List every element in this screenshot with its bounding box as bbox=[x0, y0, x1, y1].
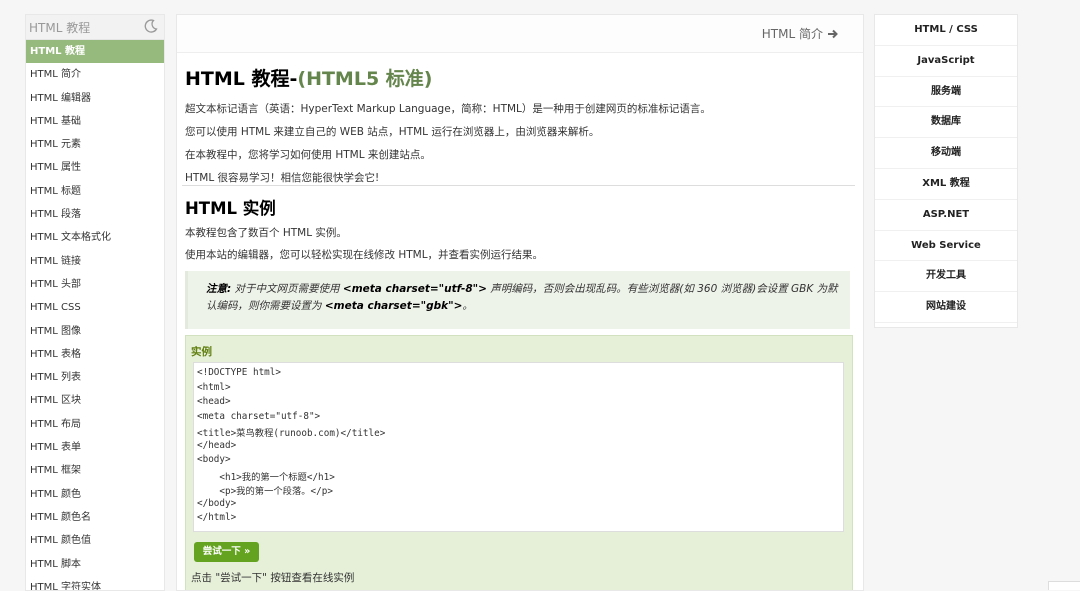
code-line: </html> bbox=[197, 512, 237, 523]
code-line: <!DOCTYPE html> bbox=[197, 367, 281, 378]
category-item[interactable]: 开发工具 bbox=[875, 261, 1017, 293]
note-text-3: 。 bbox=[462, 300, 473, 312]
category-item[interactable]: ASP.NET bbox=[875, 200, 1017, 231]
section-line: 本教程包含了数百个 HTML 实例。 bbox=[185, 227, 347, 239]
sidebar-item[interactable]: HTML 教程 bbox=[26, 40, 164, 64]
right-sidebar: HTML / CSS JavaScript 服务端 数据库 移动端 XML 教程 ASP.N… bbox=[874, 14, 1018, 328]
note-box: 注意: 对于中文网页需要使用 <meta charset="utf-8"> 声明… bbox=[185, 271, 850, 329]
sidebar-item[interactable]: HTML CSS bbox=[26, 296, 164, 319]
sidebar-item[interactable]: HTML 脚本 bbox=[26, 553, 164, 576]
code-line: <meta charset="utf-8"> bbox=[197, 410, 321, 422]
divider bbox=[182, 185, 855, 186]
sidebar-item[interactable]: HTML 颜色值 bbox=[26, 529, 164, 552]
code-line: <body> bbox=[197, 454, 231, 465]
category-item[interactable]: 服务端 bbox=[875, 77, 1017, 108]
category-item[interactable]: 数据库 bbox=[875, 107, 1017, 139]
sidebar-item[interactable]: HTML 颜色名 bbox=[26, 506, 164, 529]
main-content: HTML 简介 HTML 教程-(HTML5 标准) 超文本标记语言（英语：Hy… bbox=[176, 14, 864, 591]
intro-line: 在本教程中，您将学习如何使用 HTML 来创建站点。 bbox=[185, 149, 431, 161]
try-it-button[interactable]: 尝试一下 » bbox=[194, 542, 259, 562]
sidebar-item[interactable]: HTML 标题 bbox=[26, 180, 164, 203]
sidebar-item[interactable]: HTML 简介 bbox=[26, 63, 164, 86]
code-line: <h1>我的第一个标题</h1> bbox=[197, 471, 335, 483]
code-line: </body> bbox=[197, 497, 237, 509]
intro-line: HTML 很容易学习！相信您能很快学会它! bbox=[185, 172, 380, 184]
example-box: 实例 <!DOCTYPE html> <html> <head> <meta c… bbox=[185, 335, 853, 590]
sidebar-item[interactable]: HTML 图像 bbox=[26, 320, 164, 343]
sidebar-item[interactable]: HTML 段落 bbox=[26, 203, 164, 226]
sidebar-item[interactable]: HTML 框架 bbox=[26, 459, 164, 482]
sidebar-item[interactable]: HTML 属性 bbox=[26, 156, 164, 179]
page-title: HTML 教程-(HTML5 标准) bbox=[185, 64, 432, 91]
sidebar-item[interactable]: HTML 编辑器 bbox=[26, 87, 164, 110]
arrow-right-icon bbox=[828, 29, 838, 38]
intro-line: 您可以使用 HTML 来建立自己的 WEB 站点，HTML 运行在浏览器上，由浏… bbox=[185, 126, 600, 138]
note-code-1: <meta charset="utf-8"> bbox=[342, 283, 487, 295]
sidebar-search-placeholder: HTML 教程 bbox=[29, 21, 91, 35]
code-line: <html> bbox=[197, 381, 231, 393]
sidebar-item[interactable]: HTML 基础 bbox=[26, 110, 164, 133]
code-line: <title>菜鸟教程(runoob.com)</title> bbox=[197, 428, 386, 439]
example-label: 实例 bbox=[191, 346, 212, 358]
sidebar-item[interactable]: HTML 区块 bbox=[26, 389, 164, 412]
sidebar-item[interactable]: HTML 布局 bbox=[26, 413, 164, 436]
category-item[interactable]: XML 教程 bbox=[875, 169, 1017, 200]
note-code-2: <meta charset="gbk"> bbox=[324, 300, 463, 312]
next-page-label: HTML 简介 bbox=[761, 27, 823, 41]
sidebar-item[interactable]: HTML 文本格式化 bbox=[26, 226, 164, 249]
category-item[interactable]: JavaScript bbox=[875, 46, 1017, 77]
page-title-sub: (HTML5 标准) bbox=[297, 68, 433, 90]
code-line: </head> bbox=[197, 439, 237, 451]
category-item[interactable]: Web Service bbox=[875, 231, 1017, 262]
section-line: 使用本站的编辑器，您可以轻松实现在线修改 HTML，并查看实例运行结果。 bbox=[185, 249, 544, 261]
sidebar-item[interactable]: HTML 表单 bbox=[26, 436, 164, 459]
page-title-main: HTML 教程- bbox=[185, 68, 298, 90]
moon-icon[interactable] bbox=[143, 18, 159, 34]
top-pager: HTML 简介 bbox=[177, 15, 863, 53]
left-sidebar: HTML 教程 HTML 教程 HTML 简介 HTML 编辑器 HTML 基础 HTM… bbox=[25, 14, 165, 591]
sidebar-search[interactable]: HTML 教程 bbox=[26, 15, 164, 40]
sidebar-item[interactable]: HTML 链接 bbox=[26, 250, 164, 273]
note-text-1: 对于中文网页需要使用 bbox=[234, 283, 340, 295]
sidebar-item[interactable]: HTML 头部 bbox=[26, 273, 164, 296]
category-item[interactable]: 网站建设 bbox=[875, 292, 1017, 323]
section-title: HTML 实例 bbox=[185, 199, 276, 218]
try-it-hint: 点击 "尝试一下" 按钮查看在线实例 bbox=[191, 572, 355, 584]
note-label: 注意: bbox=[206, 283, 232, 295]
sidebar-item[interactable]: HTML 表格 bbox=[26, 343, 164, 366]
sidebar-nav-list: HTML 教程 HTML 简介 HTML 编辑器 HTML 基础 HTML 元素 HTML… bbox=[26, 40, 164, 590]
next-page-link[interactable]: HTML 简介 bbox=[762, 25, 839, 42]
intro-line: 超文本标记语言（英语：HyperText Markup Language，简称：… bbox=[185, 103, 711, 115]
code-block: <!DOCTYPE html> <html> <head> <meta char… bbox=[193, 362, 844, 532]
sidebar-item[interactable]: HTML 列表 bbox=[26, 366, 164, 389]
code-line: <head> bbox=[197, 396, 231, 407]
category-item[interactable]: 移动端 bbox=[875, 138, 1017, 169]
category-list: HTML / CSS JavaScript 服务端 数据库 移动端 XML 教程 ASP.N… bbox=[875, 15, 1017, 323]
category-item[interactable]: HTML / CSS bbox=[875, 15, 1017, 46]
note-text: 注意: 对于中文网页需要使用 <meta charset="utf-8"> 声明… bbox=[206, 281, 838, 315]
sidebar-item[interactable]: HTML 元素 bbox=[26, 133, 164, 156]
code-line: <p>我的第一个段落。</p> bbox=[197, 486, 333, 497]
sidebar-item[interactable]: HTML 颜色 bbox=[26, 483, 164, 506]
